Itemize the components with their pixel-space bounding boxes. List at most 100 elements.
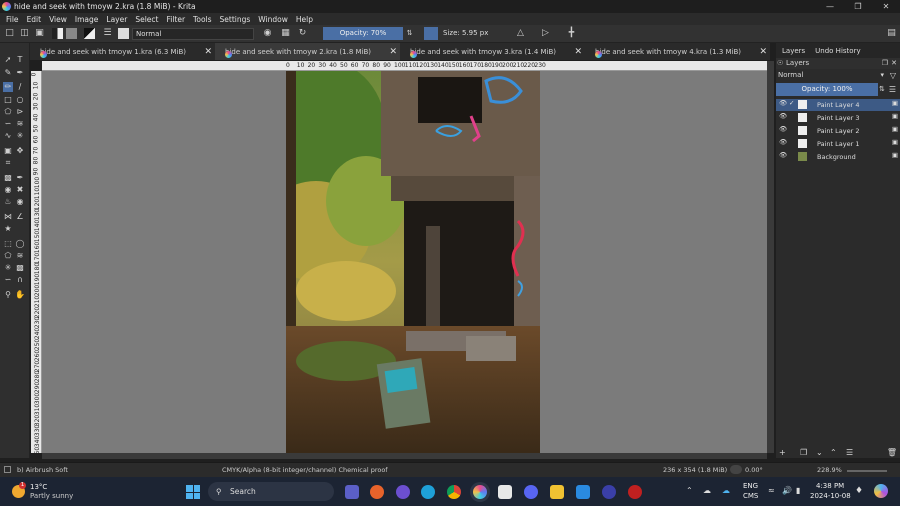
move-layer-down-icon[interactable]: ⌄: [816, 448, 823, 457]
freehand-path-icon[interactable]: ≋: [15, 119, 25, 129]
chevron-up-icon[interactable]: ⌃: [686, 486, 693, 495]
windows-start-icon[interactable]: [186, 485, 200, 499]
menu-file[interactable]: File: [6, 15, 19, 24]
pan-tool-icon[interactable]: ✋: [15, 290, 25, 300]
tab-undo-history[interactable]: Undo History: [815, 47, 860, 55]
visibility-eye-icon[interactable]: 👁: [779, 112, 787, 120]
notes-app-icon[interactable]: [498, 485, 512, 499]
pattern-edit-icon[interactable]: ◉: [15, 197, 25, 207]
tab-layers[interactable]: Layers: [782, 47, 805, 55]
lock-icon[interactable]: ▣: [892, 138, 898, 146]
chrome-icon[interactable]: [447, 485, 461, 499]
fill-tool-icon[interactable]: ♨: [3, 197, 13, 207]
delete-layer-icon[interactable]: 🗑: [887, 448, 897, 457]
save-icon[interactable]: ▣: [34, 28, 45, 39]
layer-row-background[interactable]: 👁 Background ▣: [776, 151, 900, 163]
color-picker-icon[interactable]: ✒: [15, 173, 25, 183]
visibility-eye-icon[interactable]: 👁: [779, 125, 787, 133]
taskbar-search[interactable]: ⚲ Search: [208, 482, 334, 501]
copilot-icon[interactable]: [874, 484, 888, 498]
colorize-mask-icon[interactable]: ◉: [3, 185, 13, 195]
ellipse-tool-icon[interactable]: ○: [15, 95, 25, 105]
move-layer-up-icon[interactable]: ⌃: [830, 448, 837, 457]
close-tab-icon[interactable]: ✕: [759, 47, 767, 57]
assistant-tool-icon[interactable]: ⋈: [3, 212, 13, 222]
smart-patch-icon[interactable]: ✖: [15, 185, 25, 195]
polygon-select-icon[interactable]: ⬠: [3, 251, 13, 261]
dynamic-brush-icon[interactable]: ∿: [3, 131, 13, 141]
move-tool-icon[interactable]: ✥: [15, 146, 25, 156]
menu-filter[interactable]: Filter: [166, 15, 185, 24]
float-docker-icon[interactable]: ❐: [882, 58, 888, 69]
calligraphy-icon[interactable]: ✒: [15, 68, 25, 78]
close-tab-icon[interactable]: ✕: [389, 47, 397, 57]
layer-row-paint-layer-3[interactable]: 👁 Paint Layer 3 ▣: [776, 112, 900, 124]
checkmark-icon[interactable]: ✓: [789, 99, 794, 107]
gradient-preset-icon[interactable]: [52, 28, 63, 39]
transform-tool-icon[interactable]: ▣: [3, 146, 13, 156]
filter-icon[interactable]: ▽: [890, 71, 896, 80]
zoom-value[interactable]: 228.9%: [817, 466, 842, 474]
tab-document-2[interactable]: hide and seek with tmoyw 2.kra (1.8 MiB)…: [215, 43, 400, 60]
horizontal-scrollbar[interactable]: [42, 453, 767, 459]
lock-icon[interactable]: ▣: [892, 99, 898, 107]
menu-settings[interactable]: Settings: [220, 15, 251, 24]
menu-tools[interactable]: Tools: [193, 15, 211, 24]
maximize-button[interactable]: ❐: [844, 0, 872, 13]
duplicate-layer-icon[interactable]: ❐: [800, 448, 807, 457]
discord-icon[interactable]: [524, 485, 538, 499]
current-brush[interactable]: b) Airbrush Soft: [17, 466, 68, 474]
menu-layer[interactable]: Layer: [106, 15, 127, 24]
rotation-reset-icon[interactable]: [730, 465, 742, 474]
tab-document-3[interactable]: hide and seek with tmoyw 3.kra (1.4 MiB)…: [400, 43, 585, 60]
volume-icon[interactable]: 🔊: [782, 486, 792, 495]
teams-icon[interactable]: [345, 485, 359, 499]
lock-icon[interactable]: ▣: [892, 125, 898, 133]
lock-icon[interactable]: ▣: [892, 112, 898, 120]
line-tool-icon[interactable]: ∕: [15, 82, 25, 92]
menu-help[interactable]: Help: [296, 15, 313, 24]
menu-edit[interactable]: Edit: [27, 15, 42, 24]
brush-settings-icon[interactable]: ☰: [102, 28, 113, 39]
close-tab-icon[interactable]: ✕: [574, 47, 582, 57]
gradient-tool-icon[interactable]: ▩: [3, 173, 13, 183]
wrap-around-icon[interactable]: ╋: [566, 28, 577, 39]
menu-image[interactable]: Image: [75, 15, 99, 24]
vertical-scrollbar[interactable]: [767, 61, 774, 453]
polygon-tool-icon[interactable]: ⬠: [3, 107, 13, 117]
docker-toggle-icon[interactable]: ▤: [886, 28, 897, 39]
reference-image-icon[interactable]: ★: [3, 224, 13, 234]
layer-opacity-slider[interactable]: Opacity: 100%: [776, 83, 878, 96]
brush-preset-icon[interactable]: [118, 28, 129, 39]
clock-time[interactable]: 4:38 PM: [816, 482, 844, 490]
freehand-brush-icon[interactable]: ✏: [3, 82, 13, 92]
layer-row-paint-layer-1[interactable]: 👁 Paint Layer 1 ▣: [776, 138, 900, 150]
firefox-icon[interactable]: [370, 485, 384, 499]
similar-select-icon[interactable]: ▩: [15, 263, 25, 273]
add-layer-icon[interactable]: +: [779, 448, 786, 457]
fg-bg-color-icon[interactable]: [84, 28, 95, 39]
layer-blend-select[interactable]: Normal ▾: [776, 70, 884, 81]
bezier-select-icon[interactable]: ∽: [3, 275, 13, 285]
layer-row-paint-layer-2[interactable]: 👁 Paint Layer 2 ▣: [776, 125, 900, 137]
language-indicator[interactable]: ENG: [743, 482, 758, 490]
input-method[interactable]: CMS: [743, 492, 758, 500]
store-icon[interactable]: [576, 485, 590, 499]
opacity-slider[interactable]: Opacity: 70%: [323, 27, 403, 40]
notification-bell-icon[interactable]: ♦: [855, 486, 863, 496]
text-tool-icon[interactable]: T: [15, 55, 25, 65]
crop-tool-icon[interactable]: ⌗: [3, 158, 13, 168]
select-shapes-icon[interactable]: ➚: [3, 55, 13, 65]
zoom-slider[interactable]: [847, 470, 887, 472]
tab-document-4[interactable]: hide and seek with tmoyw 4.kra (1.3 MiB)…: [585, 43, 770, 60]
visibility-eye-icon[interactable]: 👁: [779, 151, 787, 159]
layer-menu-icon[interactable]: ☰: [889, 85, 896, 94]
freehand-select-icon[interactable]: ≋: [15, 251, 25, 261]
mirror-vertical-icon[interactable]: ▷: [540, 28, 551, 39]
pin-icon[interactable]: ☉: [777, 58, 783, 69]
battery-icon[interactable]: ▮: [796, 486, 800, 495]
layer-properties-icon[interactable]: ☰: [846, 448, 853, 457]
reload-preset-icon[interactable]: ↻: [297, 28, 308, 39]
blend-mode-select[interactable]: Normal: [132, 28, 254, 40]
rectangle-tool-icon[interactable]: □: [3, 95, 13, 105]
